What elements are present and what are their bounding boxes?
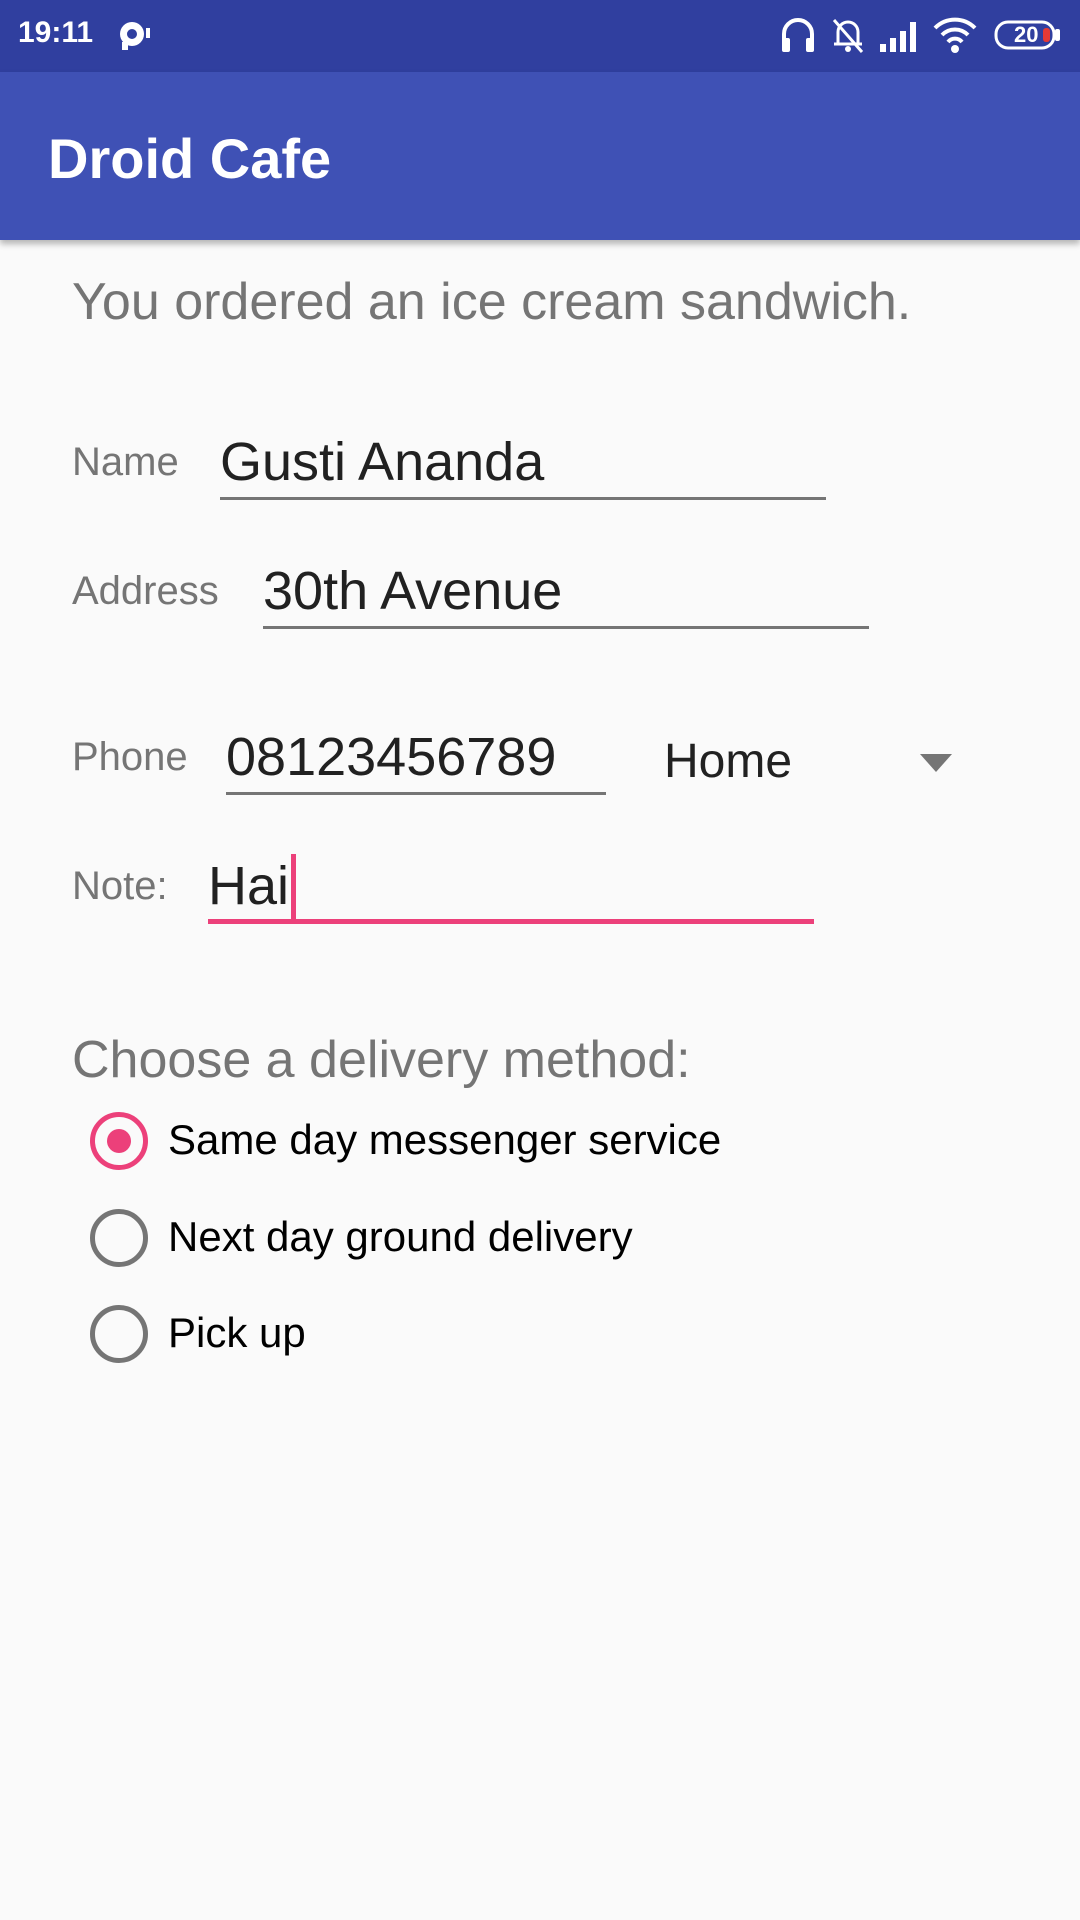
note-field[interactable]: Hai bbox=[208, 854, 814, 924]
radio-dot bbox=[107, 1129, 131, 1153]
status-time: 19:11 bbox=[18, 16, 94, 49]
name-field[interactable]: Gusti Ananda bbox=[220, 430, 826, 500]
status-bar: 19:11 20 bbox=[0, 0, 1080, 72]
notification-icon bbox=[114, 18, 154, 59]
phone-value: 08123456789 bbox=[226, 727, 557, 787]
phone-field[interactable]: 08123456789 bbox=[226, 725, 606, 795]
phone-type-spinner[interactable]: Home bbox=[664, 730, 964, 800]
note-value: Hai bbox=[208, 856, 290, 916]
delivery-heading: Choose a delivery method: bbox=[72, 1031, 691, 1089]
radio-label: Same day messenger service bbox=[168, 1116, 722, 1163]
note-label: Note: bbox=[72, 864, 168, 908]
order-message: You ordered an ice cream sandwich. bbox=[72, 273, 912, 331]
radio-pick-up[interactable]: Pick up bbox=[88, 1301, 788, 1371]
app-title: Droid Cafe bbox=[48, 127, 332, 190]
radio-unchecked-icon bbox=[90, 1209, 148, 1267]
signal-icon bbox=[880, 22, 916, 52]
headphones-icon bbox=[782, 18, 814, 52]
radio-label: Next day ground delivery bbox=[168, 1213, 633, 1260]
phone-label: Phone bbox=[72, 735, 188, 779]
bell-off-icon bbox=[832, 19, 864, 53]
address-value: 30th Avenue bbox=[263, 561, 563, 621]
radio-unchecked-icon bbox=[90, 1305, 148, 1363]
radio-same-day[interactable]: Same day messenger service bbox=[88, 1108, 788, 1178]
wifi-icon bbox=[933, 17, 977, 53]
battery-level: 20 bbox=[1014, 22, 1039, 47]
radio-next-day[interactable]: Next day ground delivery bbox=[88, 1205, 788, 1275]
radio-label: Pick up bbox=[168, 1309, 306, 1356]
phone-type-value: Home bbox=[664, 735, 793, 788]
dropdown-arrow-icon bbox=[920, 754, 952, 772]
address-label: Address bbox=[72, 569, 219, 613]
radio-checked-icon bbox=[90, 1112, 148, 1170]
text-cursor bbox=[291, 854, 297, 920]
address-field[interactable]: 30th Avenue bbox=[263, 559, 869, 629]
app-bar: Droid Cafe bbox=[0, 72, 1080, 240]
name-value: Gusti Ananda bbox=[220, 432, 545, 492]
name-label: Name bbox=[72, 440, 179, 484]
